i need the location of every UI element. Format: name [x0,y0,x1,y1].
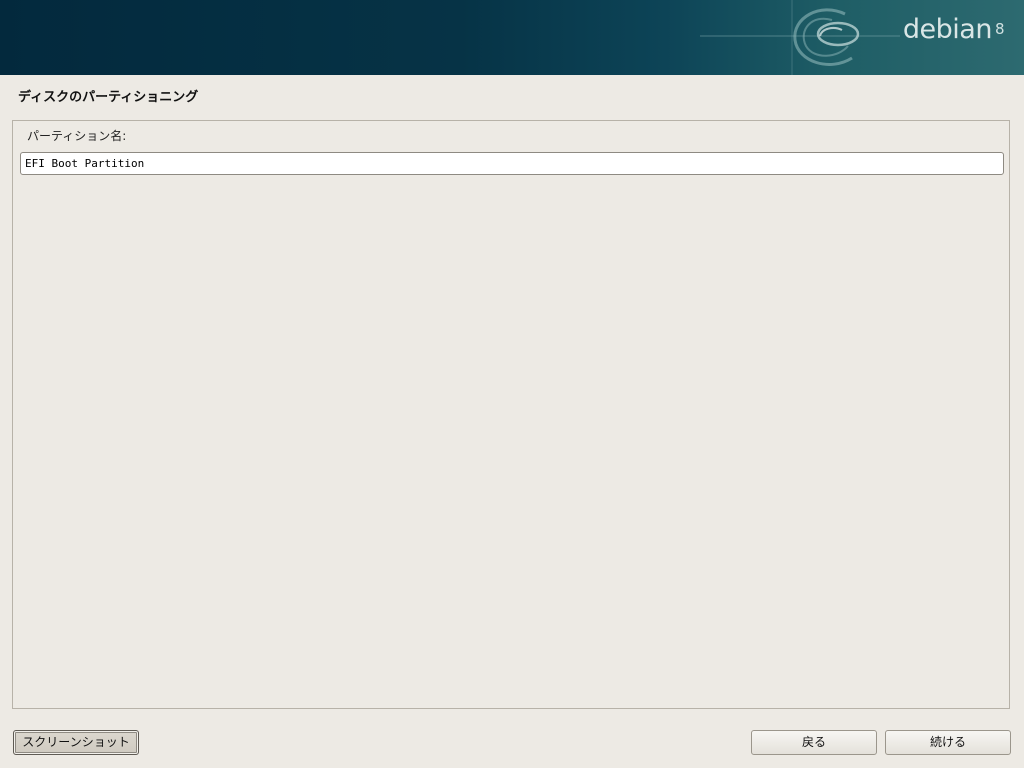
banner: debian 8 [0,0,1024,75]
brand-name: debian [902,14,993,45]
debian-swirl-icon [700,0,900,75]
brand-version: 8 [994,20,1005,38]
partition-name-label: パーティション名: [27,129,127,143]
page-title: ディスクのパーティショニング [18,90,199,105]
screenshot-button[interactable]: スクリーンショット [13,730,139,755]
partition-name-input[interactable] [20,152,1004,175]
brand-logo: debian 8 [902,14,1005,45]
continue-button[interactable]: 続ける [885,730,1011,755]
content-frame: パーティション名: [12,120,1010,709]
back-button[interactable]: 戻る [751,730,877,755]
